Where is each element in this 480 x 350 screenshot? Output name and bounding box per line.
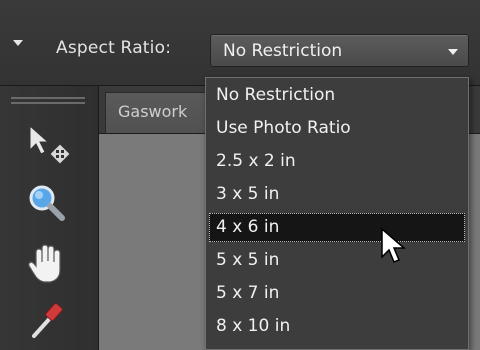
aspect-ratio-select[interactable]: No Restriction	[210, 34, 469, 67]
tool-options-bar: Aspect Ratio: No Restriction	[0, 0, 480, 86]
tools-panel	[0, 86, 99, 350]
dropdown-item-8x10[interactable]: 8 x 10 in	[209, 312, 465, 341]
eyedropper-tool-icon[interactable]	[22, 296, 72, 342]
chevron-down-icon	[448, 49, 458, 55]
dropdown-item-5x7[interactable]: 5 x 7 in	[209, 279, 465, 308]
move-tool-icon[interactable]	[22, 120, 72, 166]
panel-grip[interactable]	[11, 102, 85, 104]
dropdown-item-2-5x2[interactable]: 2.5 x 2 in	[209, 147, 465, 176]
aspect-ratio-selected-value: No Restriction	[223, 41, 343, 61]
options-menu-arrow-icon[interactable]	[13, 40, 23, 46]
app-window: Aspect Ratio: No Restriction Gaswork No …	[0, 0, 480, 350]
hand-tool-icon[interactable]	[22, 240, 72, 286]
dropdown-item-no-restriction[interactable]: No Restriction	[209, 81, 465, 110]
zoom-tool-icon[interactable]	[22, 180, 72, 226]
aspect-ratio-label: Aspect Ratio:	[56, 38, 172, 58]
document-tab-label: Gaswork	[118, 102, 188, 121]
mouse-pointer-icon	[381, 227, 407, 263]
aspect-ratio-dropdown-list: No Restriction Use Photo Ratio 2.5 x 2 i…	[205, 77, 469, 350]
panel-grip[interactable]	[11, 97, 85, 99]
dropdown-item-5x5[interactable]: 5 x 5 in	[209, 246, 465, 275]
dropdown-item-4x6[interactable]: 4 x 6 in	[209, 213, 465, 242]
dropdown-item-3x5[interactable]: 3 x 5 in	[209, 180, 465, 209]
dropdown-item-use-photo-ratio[interactable]: Use Photo Ratio	[209, 114, 465, 143]
